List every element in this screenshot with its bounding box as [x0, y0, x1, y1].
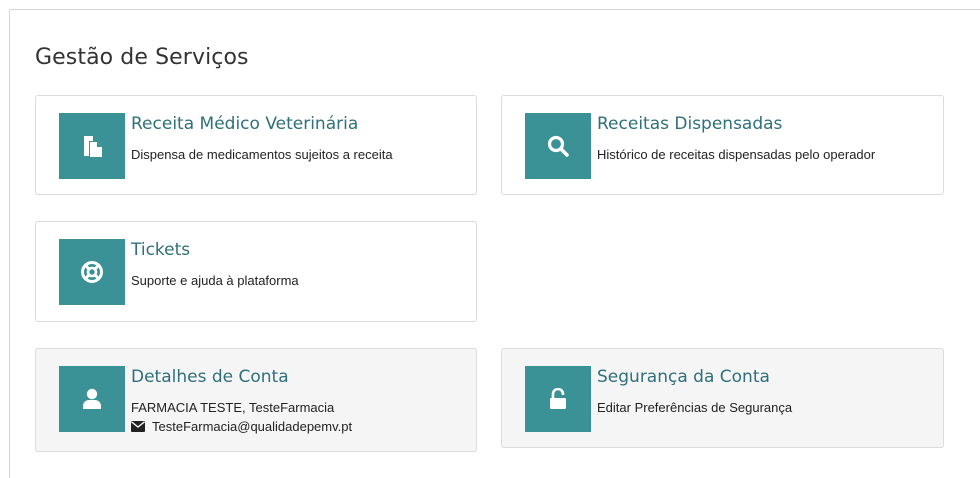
unlock-icon	[525, 366, 591, 432]
card-description: Histórico de receitas dispensadas pelo o…	[597, 147, 876, 162]
document-copy-icon	[59, 113, 125, 179]
life-ring-icon	[59, 239, 125, 305]
page-title: Gestão de Serviços	[35, 45, 249, 70]
card-seguranca-da-conta[interactable]: Segurança da Conta Editar Preferências d…	[501, 348, 944, 448]
card-title: Tickets	[131, 240, 191, 260]
card-description: Editar Preferências de Segurança	[597, 400, 793, 415]
card-description: Suporte e ajuda à plataforma	[131, 273, 299, 288]
account-email: TesteFarmacia@qualidadepemv.pt	[152, 419, 353, 434]
card-receita-medico-veterinaria[interactable]: Receita Médico Veterinária Dispensa de m…	[35, 95, 477, 195]
card-title: Segurança da Conta	[597, 367, 770, 387]
card-title: Receitas Dispensadas	[597, 114, 783, 134]
envelope-icon	[131, 421, 145, 432]
account-name: FARMACIA TESTE, TesteFarmacia	[131, 400, 335, 415]
card-tickets[interactable]: Tickets Suporte e ajuda à plataforma	[35, 221, 477, 322]
card-title: Receita Médico Veterinária	[131, 114, 359, 134]
account-email-row: TesteFarmacia@qualidadepemv.pt	[131, 419, 352, 434]
card-title: Detalhes de Conta	[131, 367, 289, 387]
card-receitas-dispensadas[interactable]: Receitas Dispensadas Histórico de receit…	[501, 95, 944, 195]
card-description: Dispensa de medicamentos sujeitos a rece…	[131, 147, 393, 162]
user-icon	[59, 366, 125, 432]
card-detalhes-de-conta[interactable]: Detalhes de Conta FARMACIA TESTE, TesteF…	[35, 348, 477, 452]
search-icon	[525, 113, 591, 179]
